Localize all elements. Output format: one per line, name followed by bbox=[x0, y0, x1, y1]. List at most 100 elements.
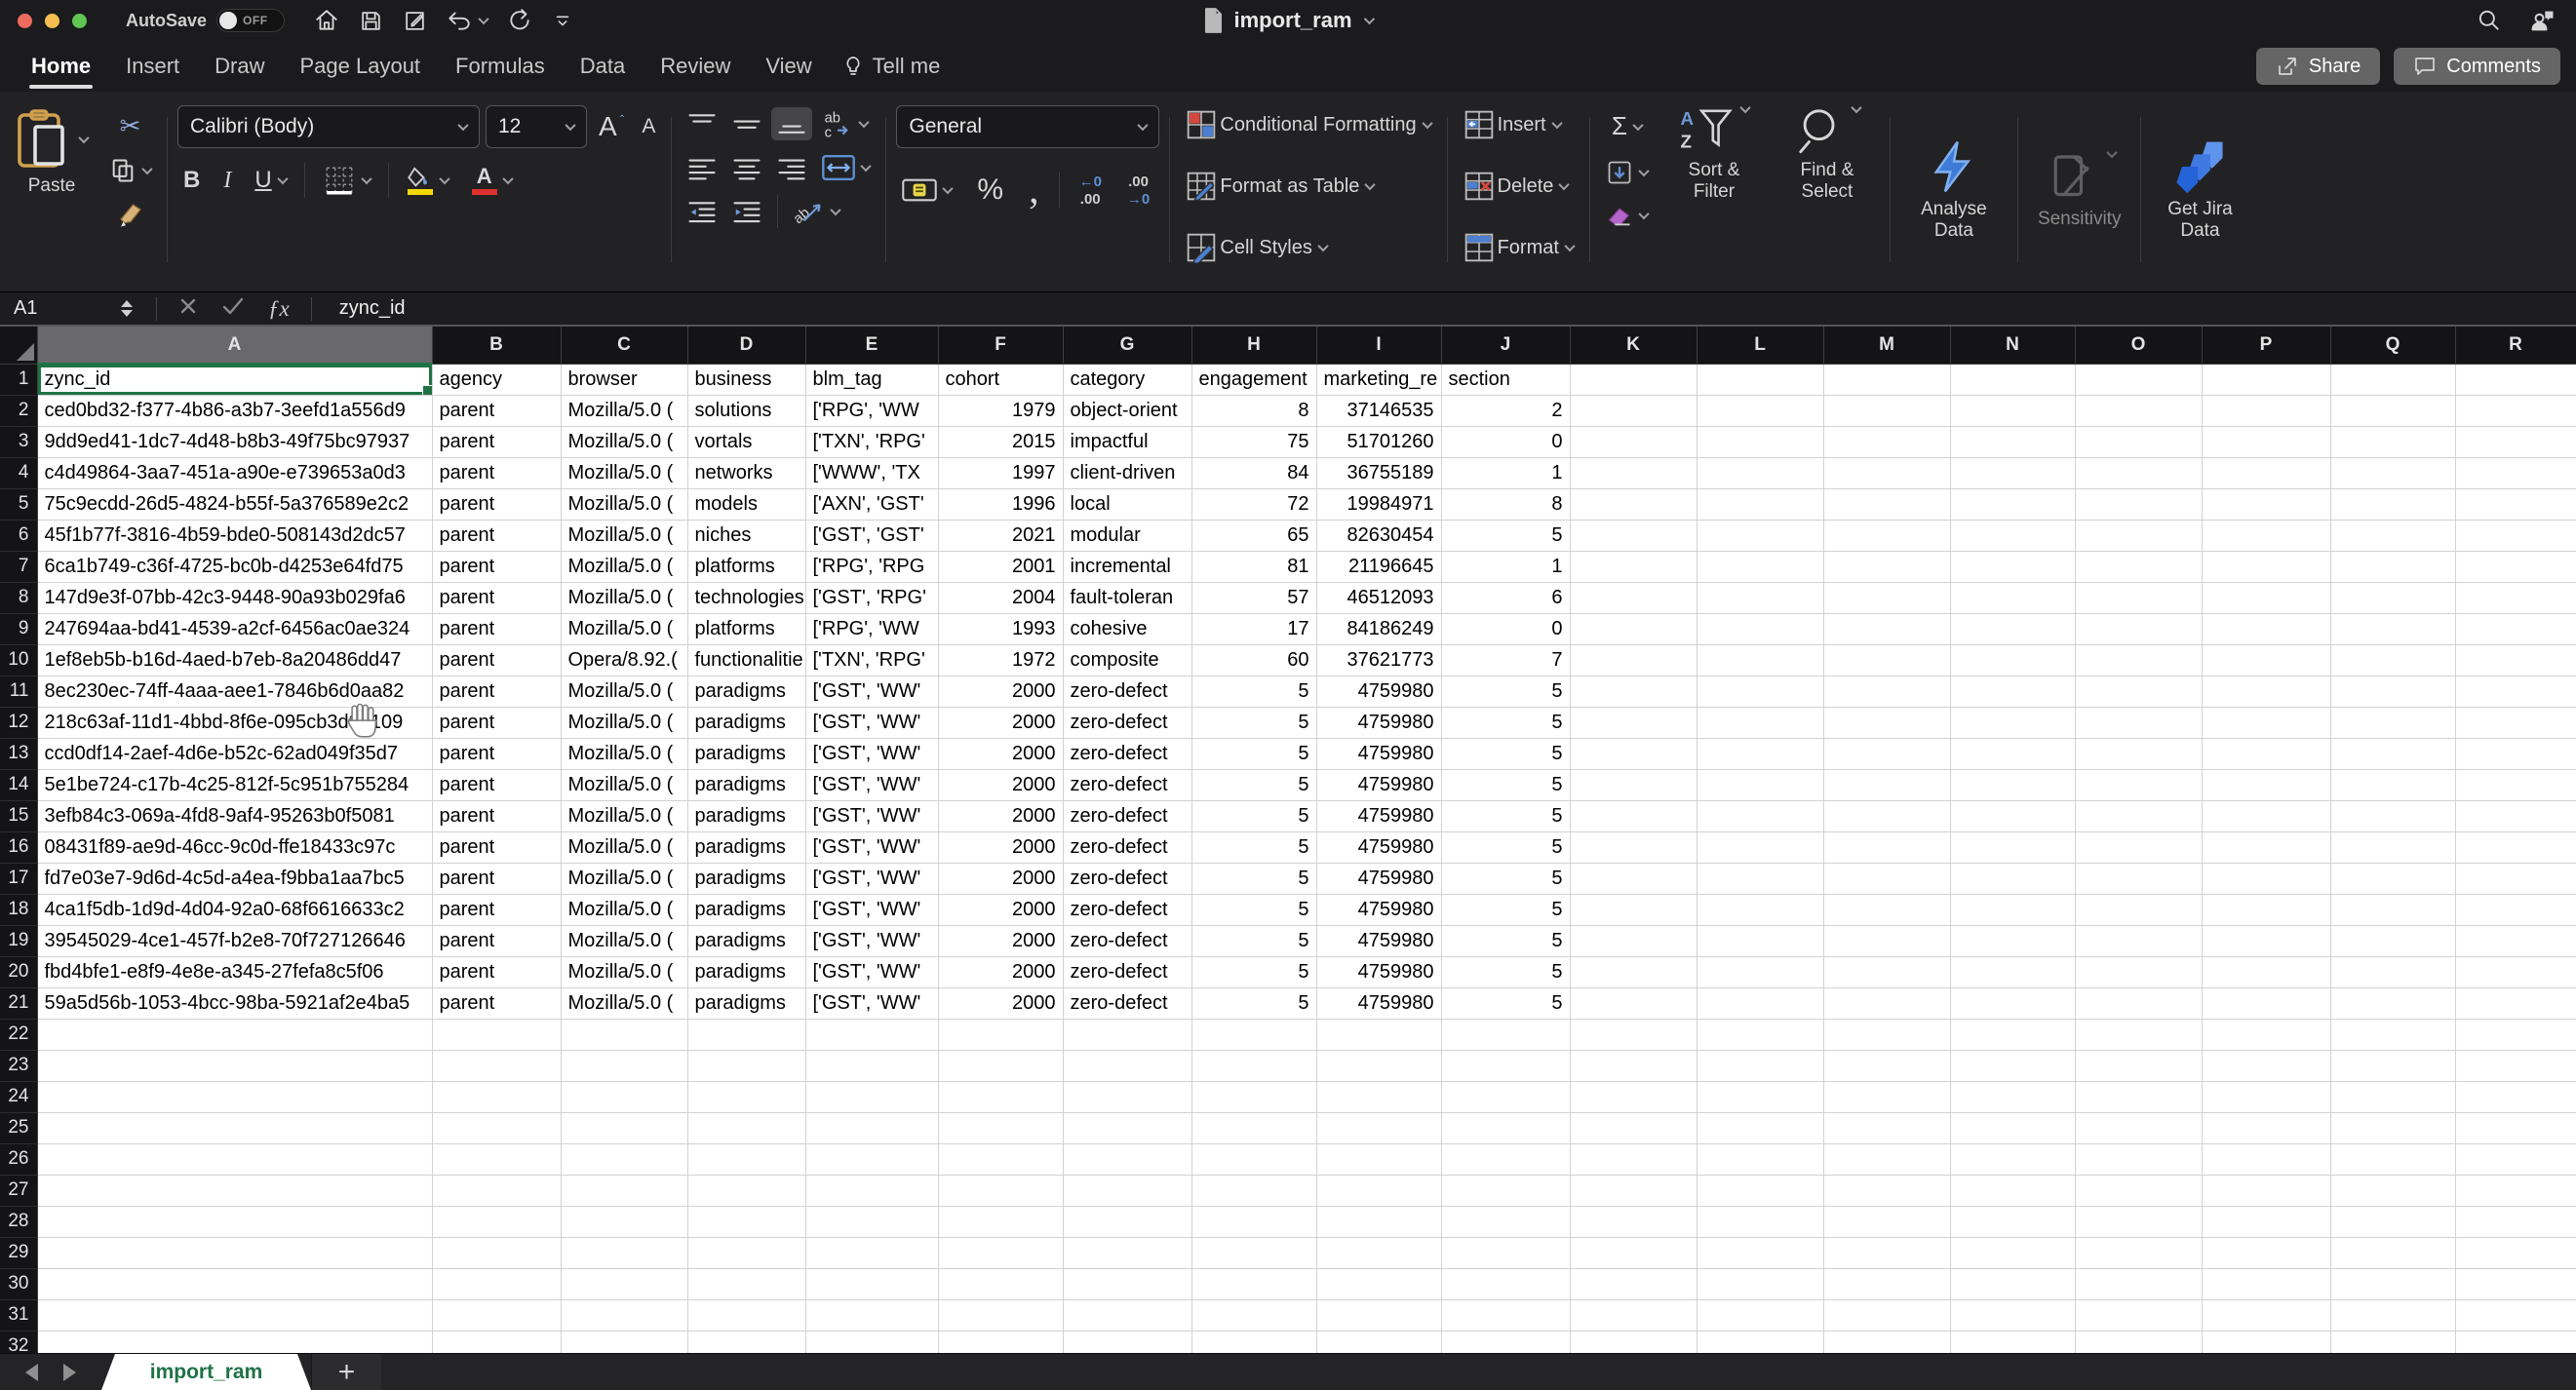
cell-J28[interactable] bbox=[1441, 1206, 1570, 1237]
cell-P25[interactable] bbox=[2202, 1112, 2330, 1143]
cell-B16[interactable]: parent bbox=[432, 831, 561, 863]
accounting-dropdown-chevron[interactable] bbox=[943, 183, 954, 194]
cell-O31[interactable] bbox=[2075, 1299, 2202, 1331]
cell-B21[interactable]: parent bbox=[432, 987, 561, 1019]
cell-I30[interactable] bbox=[1316, 1268, 1441, 1299]
cell-E18[interactable]: ['GST', 'WW' bbox=[805, 894, 938, 925]
cell-O6[interactable] bbox=[2075, 520, 2202, 551]
cell-J16[interactable]: 5 bbox=[1441, 831, 1570, 863]
cell-N1[interactable] bbox=[1950, 364, 2075, 395]
cell-M16[interactable] bbox=[1823, 831, 1950, 863]
cell-C9[interactable]: Mozilla/5.0 ( bbox=[561, 613, 687, 644]
cell-Q20[interactable] bbox=[2330, 956, 2455, 987]
percent-style-button[interactable]: % bbox=[971, 170, 1009, 211]
cell-Q12[interactable] bbox=[2330, 707, 2455, 738]
tab-review[interactable]: Review bbox=[643, 46, 748, 87]
row-header-17[interactable]: 17 bbox=[0, 863, 37, 894]
cell-B15[interactable]: parent bbox=[432, 800, 561, 831]
tab-page-layout[interactable]: Page Layout bbox=[283, 46, 439, 87]
cell-Q32[interactable] bbox=[2330, 1331, 2455, 1353]
font-color-dropdown-chevron[interactable] bbox=[502, 174, 513, 184]
cell-E7[interactable]: ['RPG', 'RPG bbox=[805, 551, 938, 582]
cell-D9[interactable]: platforms bbox=[687, 613, 805, 644]
cell-P10[interactable] bbox=[2202, 644, 2330, 676]
cell-M6[interactable] bbox=[1823, 520, 1950, 551]
cell-R12[interactable] bbox=[2455, 707, 2576, 738]
cell-D11[interactable]: paradigms bbox=[687, 676, 805, 707]
cell-H29[interactable] bbox=[1191, 1237, 1316, 1268]
row-header-9[interactable]: 9 bbox=[0, 613, 37, 644]
cell-B8[interactable]: parent bbox=[432, 582, 561, 613]
cell-P11[interactable] bbox=[2202, 676, 2330, 707]
cell-E31[interactable] bbox=[805, 1299, 938, 1331]
align-center-button[interactable] bbox=[726, 151, 767, 184]
cell-O2[interactable] bbox=[2075, 395, 2202, 426]
cell-Q13[interactable] bbox=[2330, 738, 2455, 769]
fill-color-dropdown-chevron[interactable] bbox=[439, 174, 449, 184]
cell-R21[interactable] bbox=[2455, 987, 2576, 1019]
cell-E23[interactable] bbox=[805, 1050, 938, 1081]
cell-Q5[interactable] bbox=[2330, 488, 2455, 520]
copy-dropdown-chevron[interactable] bbox=[141, 164, 152, 174]
column-header-I[interactable]: I bbox=[1316, 327, 1441, 364]
cell-F14[interactable]: 2000 bbox=[938, 769, 1063, 800]
cell-L19[interactable] bbox=[1697, 925, 1823, 956]
cell-O27[interactable] bbox=[2075, 1175, 2202, 1206]
cell-Q18[interactable] bbox=[2330, 894, 2455, 925]
cell-C24[interactable] bbox=[561, 1081, 687, 1112]
cell-E29[interactable] bbox=[805, 1237, 938, 1268]
cell-L16[interactable] bbox=[1697, 831, 1823, 863]
cell-A19[interactable]: 39545029-4ce1-457f-b2e8-70f727126646 bbox=[37, 925, 432, 956]
cell-G20[interactable]: zero-defect bbox=[1063, 956, 1191, 987]
cell-I19[interactable]: 4759980 bbox=[1316, 925, 1441, 956]
cell-N3[interactable] bbox=[1950, 426, 2075, 457]
cell-N30[interactable] bbox=[1950, 1268, 2075, 1299]
cell-P14[interactable] bbox=[2202, 769, 2330, 800]
format-as-table-chevron[interactable] bbox=[1365, 179, 1376, 190]
cell-I16[interactable]: 4759980 bbox=[1316, 831, 1441, 863]
cell-L7[interactable] bbox=[1697, 551, 1823, 582]
cell-R11[interactable] bbox=[2455, 676, 2576, 707]
cell-O3[interactable] bbox=[2075, 426, 2202, 457]
cell-C31[interactable] bbox=[561, 1299, 687, 1331]
autosave-toggle[interactable]: OFF bbox=[216, 9, 285, 32]
cell-E22[interactable] bbox=[805, 1019, 938, 1050]
cell-H31[interactable] bbox=[1191, 1299, 1316, 1331]
cell-H13[interactable]: 5 bbox=[1191, 738, 1316, 769]
cell-G5[interactable]: local bbox=[1063, 488, 1191, 520]
cell-H5[interactable]: 72 bbox=[1191, 488, 1316, 520]
cell-Q21[interactable] bbox=[2330, 987, 2455, 1019]
cell-N31[interactable] bbox=[1950, 1299, 2075, 1331]
fill-chevron[interactable] bbox=[1638, 166, 1649, 176]
number-format-select[interactable]: General bbox=[896, 105, 1159, 148]
column-header-L[interactable]: L bbox=[1697, 327, 1823, 364]
cell-F3[interactable]: 2015 bbox=[938, 426, 1063, 457]
cell-Q27[interactable] bbox=[2330, 1175, 2455, 1206]
cell-D10[interactable]: functionalitie bbox=[687, 644, 805, 676]
cell-E1[interactable]: blm_tag bbox=[805, 364, 938, 395]
cell-I4[interactable]: 36755189 bbox=[1316, 457, 1441, 488]
cell-R17[interactable] bbox=[2455, 863, 2576, 894]
cell-B4[interactable]: parent bbox=[432, 457, 561, 488]
cell-I2[interactable]: 37146535 bbox=[1316, 395, 1441, 426]
cell-M13[interactable] bbox=[1823, 738, 1950, 769]
cell-C15[interactable]: Mozilla/5.0 ( bbox=[561, 800, 687, 831]
tab-view[interactable]: View bbox=[748, 46, 829, 87]
cell-G2[interactable]: object-orient bbox=[1063, 395, 1191, 426]
cell-K28[interactable] bbox=[1570, 1206, 1697, 1237]
tab-home[interactable]: Home bbox=[14, 46, 108, 87]
cell-C16[interactable]: Mozilla/5.0 ( bbox=[561, 831, 687, 863]
cell-O32[interactable] bbox=[2075, 1331, 2202, 1353]
cell-A24[interactable] bbox=[37, 1081, 432, 1112]
cell-A32[interactable] bbox=[37, 1331, 432, 1353]
cell-L1[interactable] bbox=[1697, 364, 1823, 395]
cell-L20[interactable] bbox=[1697, 956, 1823, 987]
cell-R26[interactable] bbox=[2455, 1143, 2576, 1175]
cell-K4[interactable] bbox=[1570, 457, 1697, 488]
cell-N9[interactable] bbox=[1950, 613, 2075, 644]
cell-O23[interactable] bbox=[2075, 1050, 2202, 1081]
cell-J15[interactable]: 5 bbox=[1441, 800, 1570, 831]
cell-B3[interactable]: parent bbox=[432, 426, 561, 457]
cell-C32[interactable] bbox=[561, 1331, 687, 1353]
decrease-decimal-button[interactable]: ←0.00 bbox=[1073, 171, 1108, 211]
